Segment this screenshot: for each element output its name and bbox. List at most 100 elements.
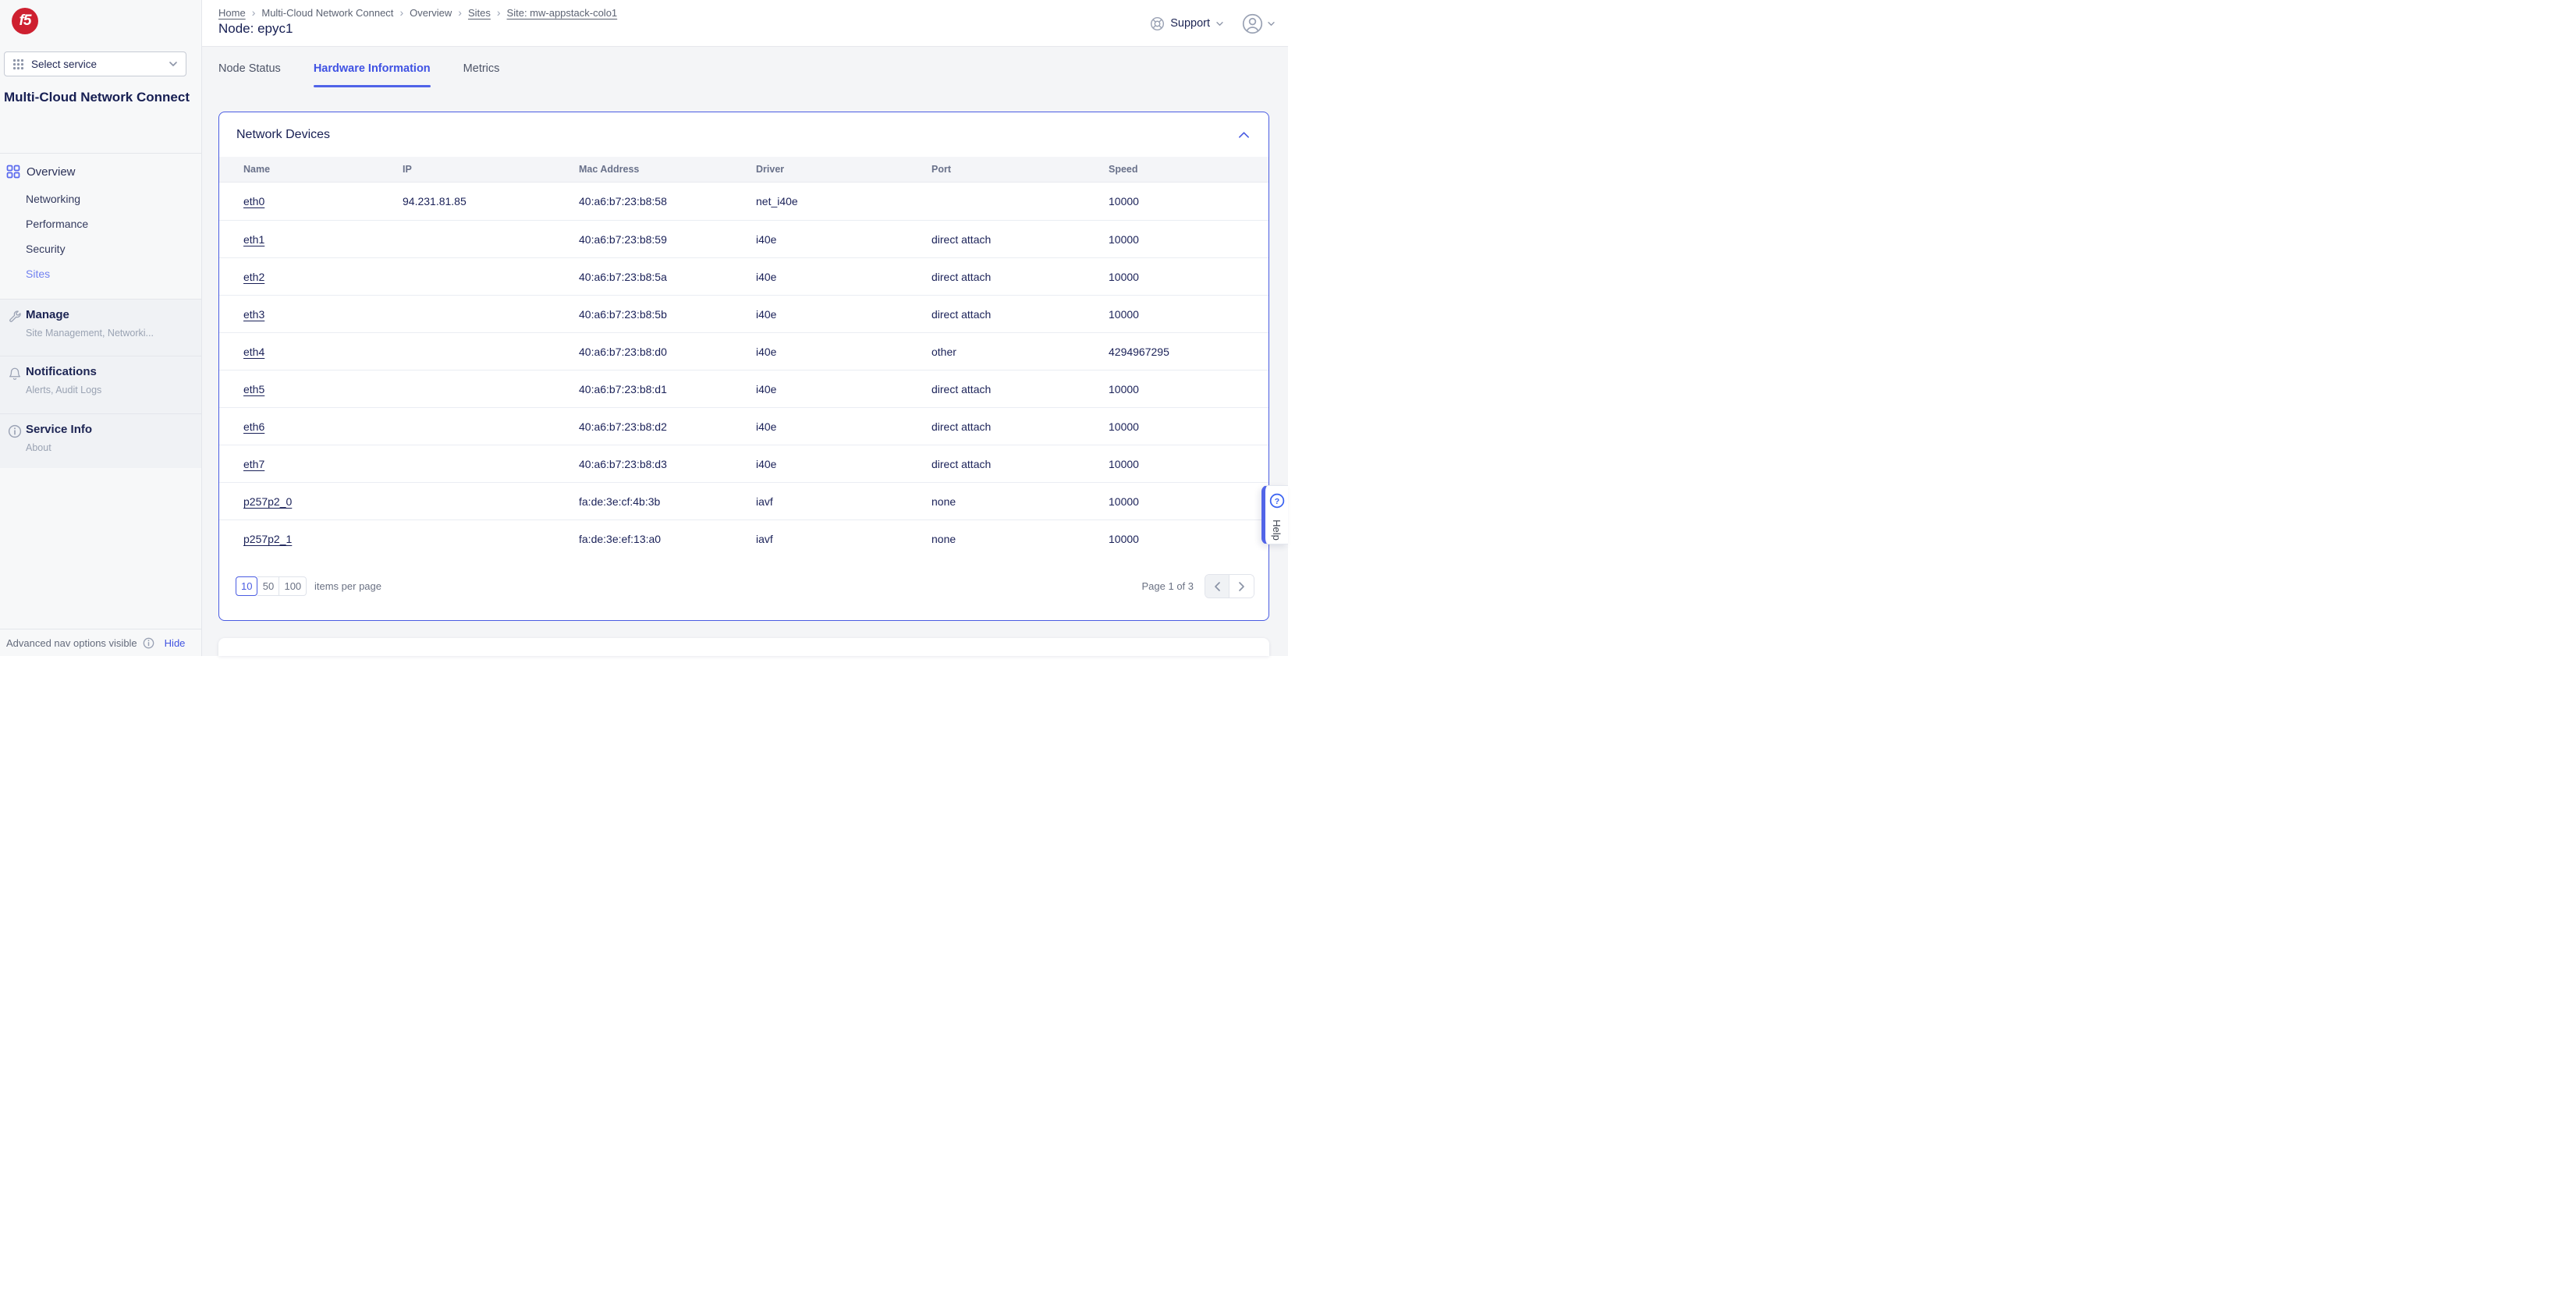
port-cell: direct attach: [931, 232, 992, 246]
f5-logo[interactable]: f5: [12, 8, 38, 34]
sidebar-item-notifications[interactable]: Notifications Alerts, Audit Logs: [0, 356, 201, 413]
speed-cell: 10000: [1109, 532, 1139, 545]
help-label: Help: [1271, 519, 1283, 541]
sidebar-item-sites[interactable]: Sites: [0, 262, 201, 285]
section-subtitle: Site Management, Networki...: [26, 328, 154, 339]
speed-cell: 4294967295: [1109, 345, 1169, 358]
select-service-dropdown[interactable]: Select service: [4, 51, 186, 76]
breadcrumb-link[interactable]: Sites: [468, 7, 491, 19]
content-area: Node Status Hardware Information Metrics N…: [202, 47, 1288, 656]
sidebar-item-manage[interactable]: Manage Site Management, Networki...: [0, 299, 201, 356]
device-link[interactable]: eth4: [243, 346, 264, 358]
port-cell: direct attach: [931, 457, 992, 470]
device-link[interactable]: p257p2_0: [243, 495, 292, 508]
mac-cell: 40:a6:b7:23:b8:5b: [579, 307, 667, 321]
next-page-button[interactable]: [1229, 575, 1254, 597]
device-name-cell: eth6: [243, 420, 403, 433]
table-row: eth4 40:a6:b7:23:b8:d0 i40e other 4294967295: [219, 332, 1268, 370]
sidebar-item-networking[interactable]: Networking: [0, 187, 201, 211]
device-name-cell: eth4: [243, 346, 403, 358]
column-header: Mac Address: [579, 164, 640, 175]
driver-cell: i40e: [756, 345, 777, 358]
next-section-card[interactable]: [218, 638, 1269, 656]
mac-cell: 40:a6:b7:23:b8:d3: [579, 457, 667, 470]
device-link[interactable]: eth7: [243, 458, 264, 470]
device-link[interactable]: eth0: [243, 195, 264, 207]
page-size-100-button[interactable]: 100: [279, 576, 307, 596]
column-header: Driver: [756, 164, 785, 175]
breadcrumb-text: Multi-Cloud Network Connect: [261, 6, 394, 19]
breadcrumb-link[interactable]: Home: [218, 7, 246, 19]
chevron-down-icon: [1268, 21, 1275, 26]
question-circle-icon: ?: [1269, 493, 1285, 509]
speed-cell: 10000: [1109, 195, 1139, 207]
card-title: Network Devices: [236, 127, 331, 141]
driver-cell: iavf: [756, 532, 773, 545]
user-menu[interactable]: [1242, 13, 1276, 34]
speed-cell: 10000: [1109, 232, 1139, 246]
device-name-cell: eth2: [243, 271, 403, 283]
device-link[interactable]: p257p2_1: [243, 533, 292, 545]
svg-text:?: ?: [1274, 498, 1279, 506]
breadcrumb-separator: ›: [251, 6, 256, 19]
driver-cell: i40e: [756, 382, 777, 395]
top-bar: Home › Multi-Cloud Network Connect › Overvie…: [202, 0, 1288, 47]
support-menu[interactable]: Support: [1150, 16, 1224, 31]
breadcrumb-separator: ›: [399, 6, 404, 19]
divider: [0, 153, 201, 154]
avatar-icon: [1242, 13, 1263, 34]
table-row: eth6 40:a6:b7:23:b8:d2 i40e direct attach 10…: [219, 407, 1268, 445]
table-row: p257p2_1 fa:de:3e:ef:13:a0 iavf none 10000: [219, 519, 1268, 557]
device-name-cell: p257p2_1: [243, 533, 403, 545]
breadcrumb-separator: ›: [496, 6, 501, 19]
driver-cell: net_i40e: [756, 195, 798, 207]
breadcrumb-link[interactable]: Site: mw-appstack-colo1: [507, 7, 618, 19]
page-size-10-button[interactable]: 10: [236, 576, 258, 596]
table-row: eth7 40:a6:b7:23:b8:d3 i40e direct attach 10…: [219, 445, 1268, 482]
speed-cell: 10000: [1109, 495, 1139, 508]
previous-page-button[interactable]: [1205, 575, 1229, 597]
mac-cell: 40:a6:b7:23:b8:5a: [579, 270, 667, 283]
network-devices-card: Network Devices Name IP Mac Address Driver P…: [218, 112, 1269, 621]
sidebar-item-performance[interactable]: Performance: [0, 212, 201, 236]
device-link[interactable]: eth6: [243, 420, 264, 433]
device-link[interactable]: eth5: [243, 383, 264, 395]
port-cell: direct attach: [931, 270, 992, 283]
page-size-50-button[interactable]: 50: [257, 576, 280, 596]
device-link[interactable]: eth3: [243, 308, 264, 321]
device-link[interactable]: eth2: [243, 271, 264, 283]
tab-node-status[interactable]: Node Status: [218, 62, 281, 82]
device-link[interactable]: eth1: [243, 233, 264, 246]
collapse-section-button[interactable]: [1238, 131, 1250, 139]
tab-metrics[interactable]: Metrics: [463, 62, 500, 82]
chevron-left-icon: [1215, 581, 1220, 591]
help-tab[interactable]: ? Help: [1261, 485, 1288, 544]
port-cell: direct attach: [931, 307, 992, 321]
advanced-nav-note: Advanced nav options visible: [6, 636, 137, 649]
tab-hardware-information[interactable]: Hardware Information: [313, 62, 431, 87]
speed-cell: 10000: [1109, 270, 1139, 283]
speed-cell: 10000: [1109, 457, 1139, 470]
column-header: Port: [931, 164, 951, 175]
hide-nav-button[interactable]: Hide: [165, 637, 186, 649]
items-per-page-label: items per page: [314, 580, 381, 592]
driver-cell: i40e: [756, 270, 777, 283]
port-cell: none: [931, 532, 956, 545]
breadcrumb: Home › Multi-Cloud Network Connect › Overvie…: [218, 6, 617, 19]
page-title: Node: epyc1: [218, 21, 293, 36]
device-name-cell: eth5: [243, 383, 403, 395]
lifebuoy-icon: [1150, 16, 1165, 31]
apps-grid-icon: [12, 59, 24, 70]
table-header-row: Name IP Mac Address Driver Port Speed: [219, 157, 1268, 183]
sidebar-item-overview[interactable]: Overview: [0, 159, 201, 184]
mac-cell: 40:a6:b7:23:b8:d0: [579, 345, 667, 358]
table-row: eth0 94.231.81.85 40:a6:b7:23:b8:58 net_i40…: [219, 183, 1268, 220]
sidebar-item-security[interactable]: Security: [0, 237, 201, 261]
column-header: IP: [403, 164, 412, 175]
table-row: eth2 40:a6:b7:23:b8:5a i40e direct attach 10…: [219, 257, 1268, 295]
tab-bar: Node Status Hardware Information Metrics: [218, 62, 500, 87]
section-title: Notifications: [26, 365, 97, 378]
app-window: f5 Select service Multi-Cloud Network Co…: [0, 0, 1288, 656]
sidebar-item-service-info[interactable]: Service Info About: [0, 413, 201, 468]
info-circle-icon[interactable]: [143, 637, 154, 649]
